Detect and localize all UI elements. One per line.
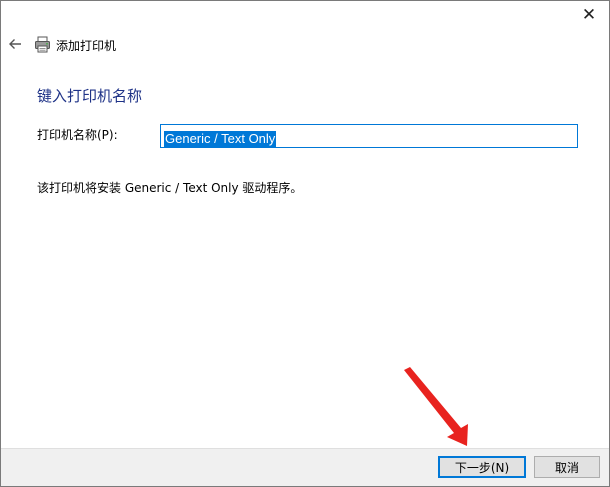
close-icon: ✕ [581, 5, 597, 25]
next-button[interactable]: 下一步(N) [438, 456, 526, 478]
page-heading: 键入打印机名称 [37, 87, 143, 105]
driver-install-note: 该打印机将安装 Generic / Text Only 驱动程序。 [37, 181, 303, 195]
printer-icon [35, 36, 50, 53]
add-printer-window: ✕ 添加打印机 键入打印机名称 打印机名称(P): Generic / Text… [0, 0, 610, 487]
wizard-footer: 下一步(N) 取消 [1, 448, 609, 486]
close-button[interactable]: ✕ [569, 1, 609, 29]
back-button[interactable] [4, 33, 26, 55]
printer-name-label: 打印机名称(P): [37, 128, 118, 142]
printer-name-selected-text: Generic / Text Only [164, 131, 277, 147]
back-arrow-icon [9, 39, 21, 49]
window-title: 添加打印机 [56, 39, 117, 53]
cancel-button[interactable]: 取消 [534, 456, 600, 478]
navigation-bar: 添加打印机 [1, 31, 609, 59]
printer-name-input[interactable]: Generic / Text Only [160, 124, 578, 148]
